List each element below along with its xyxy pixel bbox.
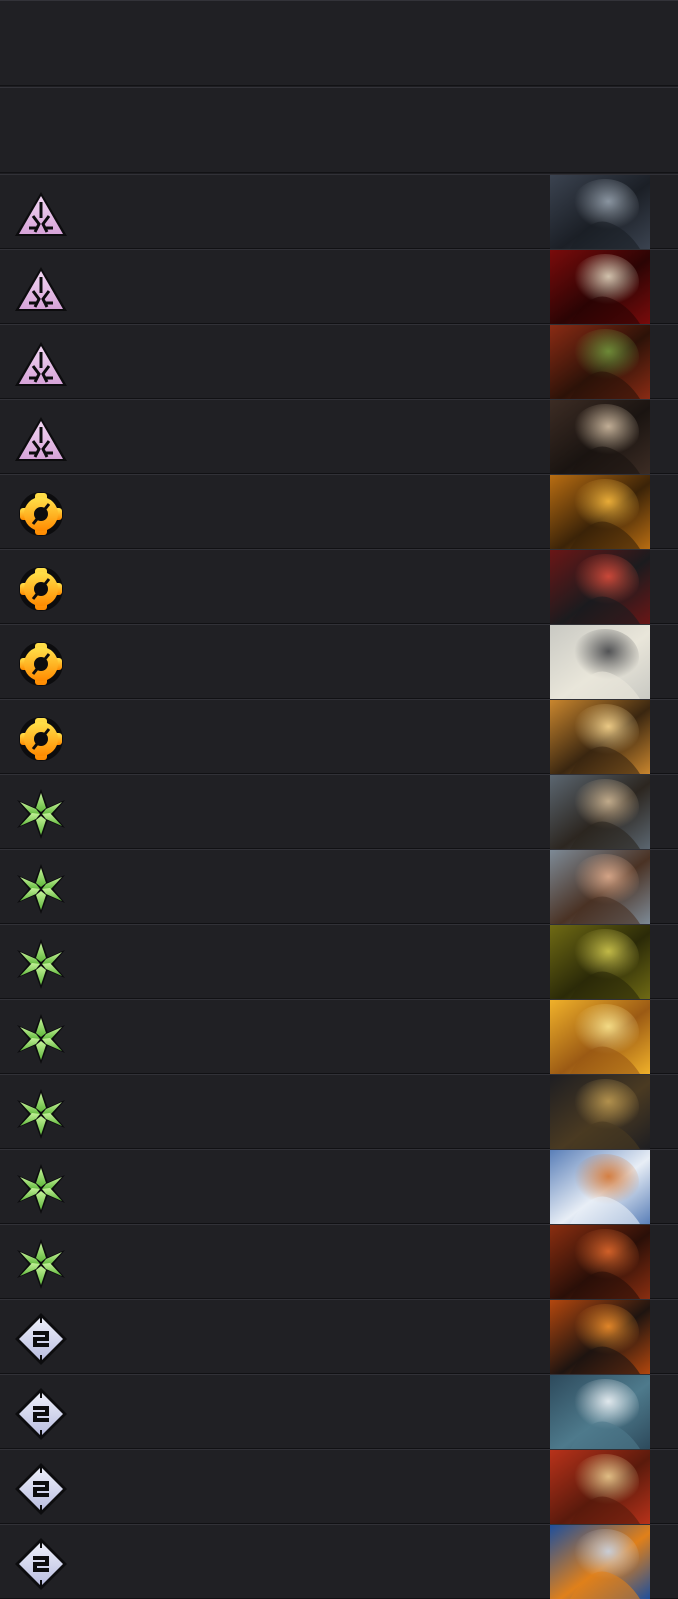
card-art-thumbnail bbox=[550, 700, 650, 774]
diamond-faction-icon bbox=[11, 1463, 71, 1515]
card-art-thumbnail bbox=[550, 175, 650, 249]
gear-faction-icon bbox=[11, 713, 71, 765]
list-item[interactable] bbox=[0, 1449, 678, 1524]
list-page bbox=[0, 0, 678, 1599]
card-list bbox=[0, 174, 678, 1599]
list-item[interactable] bbox=[0, 1149, 678, 1224]
list-item[interactable] bbox=[0, 1374, 678, 1449]
card-art-thumbnail bbox=[550, 925, 650, 999]
list-item[interactable] bbox=[0, 249, 678, 324]
header-row-2 bbox=[0, 87, 678, 173]
leaf-faction-icon bbox=[11, 788, 71, 840]
list-item[interactable] bbox=[0, 474, 678, 549]
diamond-faction-icon bbox=[11, 1538, 71, 1590]
list-item[interactable] bbox=[0, 849, 678, 924]
card-art-thumbnail bbox=[550, 1075, 650, 1149]
card-art-thumbnail bbox=[550, 475, 650, 549]
card-art-thumbnail bbox=[550, 325, 650, 399]
card-art-thumbnail bbox=[550, 1150, 650, 1224]
list-item[interactable] bbox=[0, 999, 678, 1074]
gear-faction-icon bbox=[11, 563, 71, 615]
card-art-thumbnail bbox=[550, 1000, 650, 1074]
card-art-thumbnail bbox=[550, 850, 650, 924]
list-item[interactable] bbox=[0, 399, 678, 474]
list-item[interactable] bbox=[0, 1524, 678, 1599]
card-art-thumbnail bbox=[550, 550, 650, 624]
card-art-thumbnail bbox=[550, 250, 650, 324]
list-item[interactable] bbox=[0, 699, 678, 774]
list-item[interactable] bbox=[0, 624, 678, 699]
gear-faction-icon bbox=[11, 488, 71, 540]
leaf-faction-icon bbox=[11, 1088, 71, 1140]
leaf-faction-icon bbox=[11, 1013, 71, 1065]
leaf-faction-icon bbox=[11, 1163, 71, 1215]
diamond-faction-icon bbox=[11, 1313, 71, 1365]
leaf-faction-icon bbox=[11, 863, 71, 915]
list-item[interactable] bbox=[0, 1224, 678, 1299]
list-item[interactable] bbox=[0, 1299, 678, 1374]
triangle-faction-icon bbox=[11, 338, 71, 390]
list-item[interactable] bbox=[0, 324, 678, 399]
card-art-thumbnail bbox=[550, 1525, 650, 1599]
list-item[interactable] bbox=[0, 174, 678, 249]
list-item[interactable] bbox=[0, 1074, 678, 1149]
gear-faction-icon bbox=[11, 638, 71, 690]
card-art-thumbnail bbox=[550, 1375, 650, 1449]
triangle-faction-icon bbox=[11, 413, 71, 465]
card-art-thumbnail bbox=[550, 625, 650, 699]
card-art-thumbnail bbox=[550, 775, 650, 849]
list-item[interactable] bbox=[0, 774, 678, 849]
card-art-thumbnail bbox=[550, 1300, 650, 1374]
card-art-thumbnail bbox=[550, 400, 650, 474]
leaf-faction-icon bbox=[11, 1238, 71, 1290]
diamond-faction-icon bbox=[11, 1388, 71, 1440]
list-item[interactable] bbox=[0, 549, 678, 624]
leaf-faction-icon bbox=[11, 938, 71, 990]
card-art-thumbnail bbox=[550, 1225, 650, 1299]
list-item[interactable] bbox=[0, 924, 678, 999]
triangle-faction-icon bbox=[11, 188, 71, 240]
card-art-thumbnail bbox=[550, 1450, 650, 1524]
triangle-faction-icon bbox=[11, 263, 71, 315]
header-row-1 bbox=[0, 0, 678, 86]
